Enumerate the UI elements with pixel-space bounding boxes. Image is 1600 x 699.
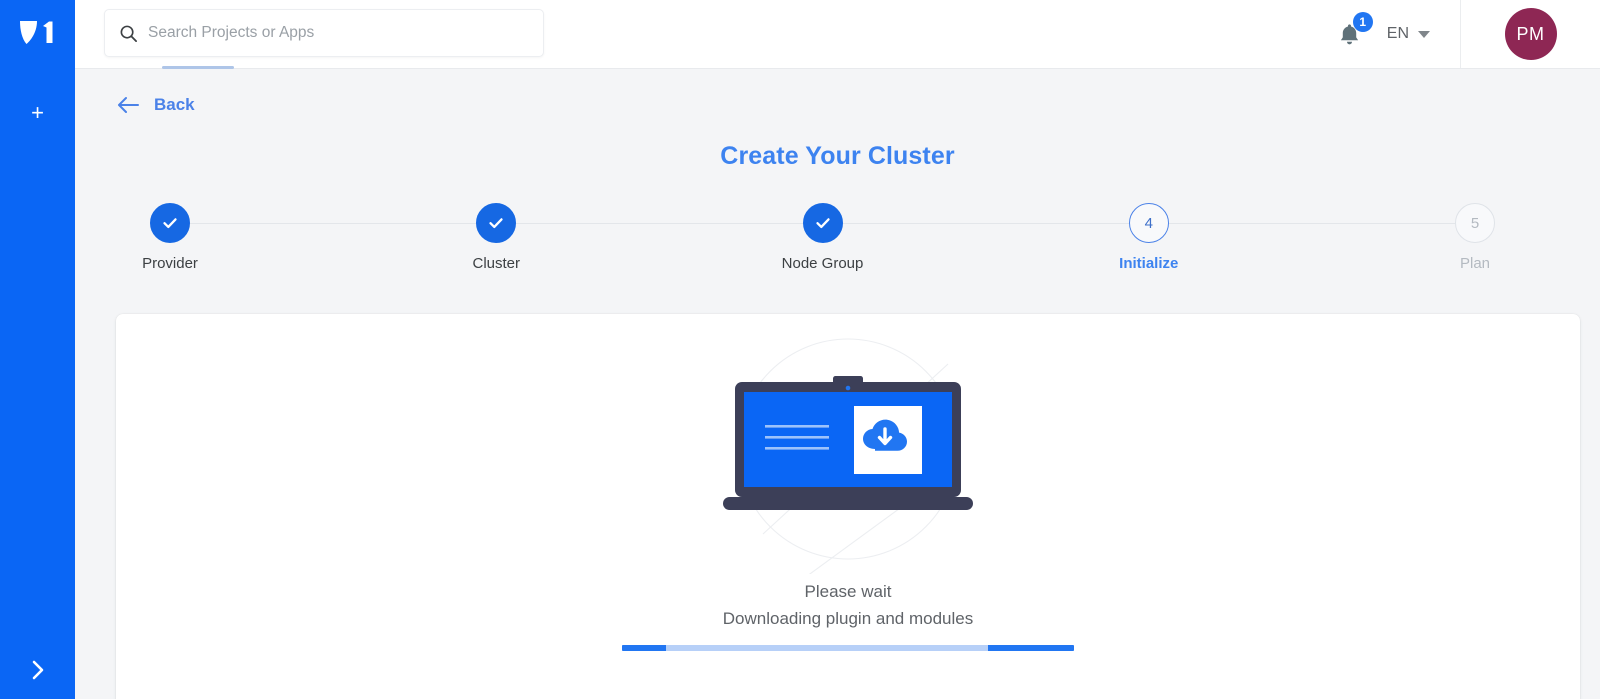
step-label-initialize: Initialize: [1119, 255, 1179, 272]
stepper-connector: [190, 222, 477, 224]
step-node-plan[interactable]: 5: [1455, 203, 1495, 243]
stepper: 45 Provider Cluster Node Group Initialize Pl…: [142, 203, 1495, 283]
search-icon: [119, 24, 138, 43]
step-node-cluster[interactable]: [476, 203, 517, 243]
back-label: Back: [154, 95, 195, 114]
progress-segment-right: [988, 645, 1074, 651]
arrow-left-icon: [118, 97, 139, 113]
content-card: Please wait Downloading plugin and modul…: [116, 314, 1580, 699]
step-node-initialize[interactable]: 4: [1128, 203, 1169, 243]
check-icon: [163, 218, 177, 229]
main-region: 1 EN PM Back Create Your Cluster: [75, 0, 1600, 699]
progress-bar: [622, 645, 1074, 651]
chevron-right-icon: [32, 660, 43, 680]
progress-segment-left: [622, 645, 666, 651]
left-rail: +: [0, 0, 75, 699]
step-node-provider[interactable]: [150, 203, 190, 243]
search-input[interactable]: [148, 11, 508, 55]
page-body: Back Create Your Cluster 45 Provider Clus…: [75, 69, 1600, 699]
check-icon: [489, 218, 503, 229]
vendor-logo[interactable]: [0, 0, 75, 64]
expand-sidebar-button[interactable]: [0, 655, 75, 685]
top-header: 1 EN PM: [75, 0, 1600, 69]
language-label: EN: [1386, 25, 1409, 42]
notifications-button[interactable]: 1: [1333, 12, 1373, 51]
laptop-cloud-download-illustration: [116, 314, 1580, 584]
stepper-nodes: 45: [150, 203, 1495, 243]
header-actions: 1 EN PM: [1333, 0, 1600, 68]
language-selector[interactable]: EN: [1387, 25, 1430, 43]
step-label-provider: Provider: [142, 255, 198, 272]
status-primary: Please wait: [804, 582, 892, 601]
check-icon: [815, 218, 830, 229]
step-label-cluster: Cluster: [472, 255, 521, 272]
step-label-node-group: Node Group: [781, 255, 864, 272]
search-box[interactable]: [104, 9, 544, 57]
user-menu[interactable]: PM: [1460, 0, 1600, 68]
stepper-connector: [516, 222, 803, 224]
add-button[interactable]: +: [0, 96, 75, 130]
chevron-down-icon: [1418, 30, 1430, 38]
stepper-connector: [842, 222, 1129, 224]
page-title: Create Your Cluster: [720, 142, 955, 170]
stepper-labels: Provider Cluster Node Group Initialize Plan: [142, 255, 1495, 279]
app-root: + Search Projects or Apps 1 EN PM Back C…: [0, 0, 1600, 699]
step-node-node-group[interactable]: [802, 203, 843, 243]
avatar: PM: [1504, 8, 1557, 60]
notification-count-badge: 1: [1352, 12, 1373, 32]
status-secondary: Downloading plugin and modules: [722, 609, 974, 628]
step-label-plan: Plan: [1459, 255, 1491, 272]
back-button[interactable]: Back: [116, 95, 195, 115]
vendor-logo-icon: [19, 21, 52, 44]
stepper-connector: [1168, 222, 1455, 224]
